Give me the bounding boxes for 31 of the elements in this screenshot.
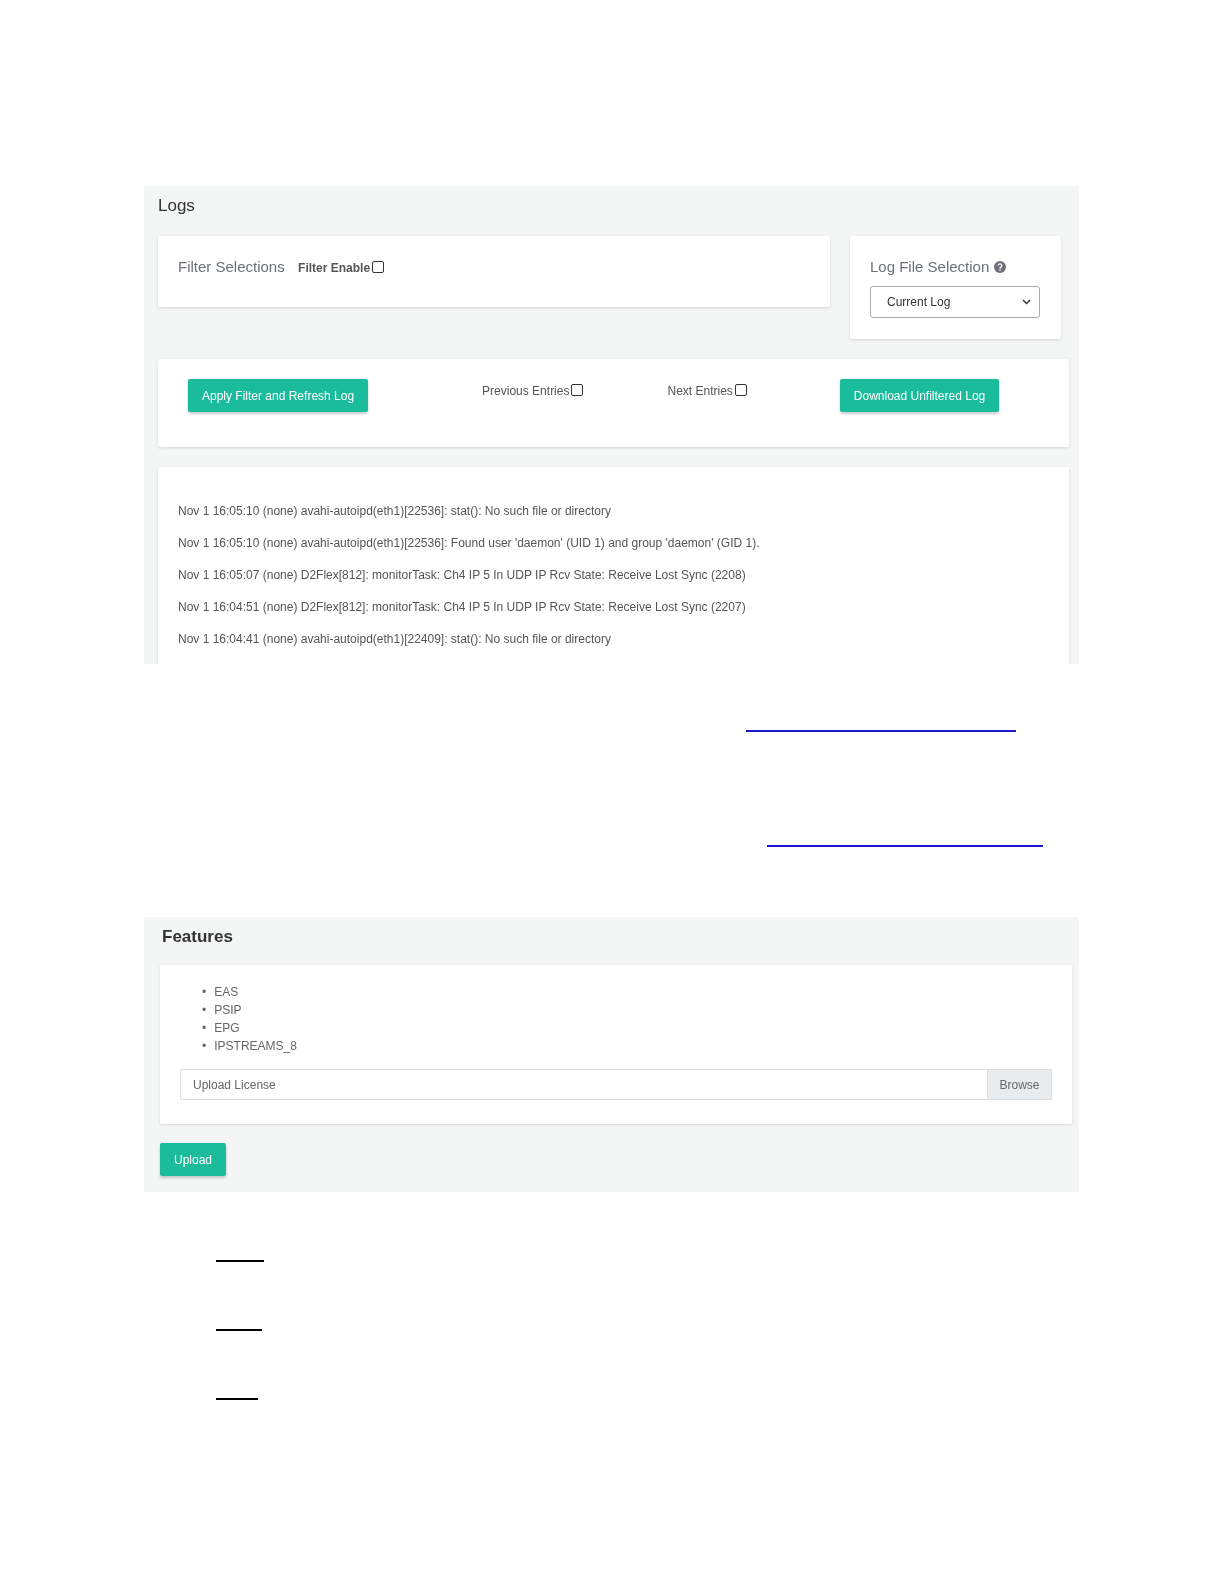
log-entry: Nov 1 16:05:07 (none) D2Flex[812]: monitorTask: Ch4 IP 5 In UDP IP Rcv State: Receive Lost Sync (2208) [178, 568, 747, 584]
log-entry: Nov 1 16:04:41 (none) avahi-autoipd(eth1)[22409]: stat(): No such file or directory [178, 632, 612, 648]
feature-item: EAS [214, 984, 239, 1001]
help-icon [993, 261, 1006, 273]
bullet-marker: • [202, 1002, 207, 1019]
bullet-marker: • [202, 1038, 207, 1055]
log-entry: Nov 1 16:05:10 (none) avahi-autoipd(eth1)[22536]: Found user 'daemon' (UID 1) and group 'daemon' (GID 1). [178, 536, 761, 552]
panel-title: Logs [158, 196, 196, 216]
previous-entries-label: Previous Entries [482, 384, 570, 398]
bullet-marker: • [202, 1020, 207, 1037]
browse-button[interactable]: Browse [987, 1069, 1052, 1100]
feature-item: IPSTREAMS_8 [214, 1038, 297, 1055]
feature-item: EPG [214, 1020, 240, 1037]
apply-filter-button[interactable]: Apply Filter and Refresh Log [188, 379, 369, 412]
previous-entries-checkbox[interactable] [571, 384, 584, 396]
download-log-button[interactable]: Download Unfiltered Log [839, 379, 1000, 412]
feature-item: PSIP [214, 1002, 242, 1019]
next-entries-label: Next Entries [667, 384, 733, 398]
log-file-select[interactable]: Current Log [870, 286, 1040, 318]
upload-button[interactable]: Upload [160, 1143, 227, 1176]
license-upload-field[interactable]: Upload License [180, 1069, 987, 1100]
panel-title: Features [162, 927, 234, 947]
bullet-marker: • [202, 984, 207, 1001]
next-entries-checkbox[interactable] [734, 384, 747, 396]
log-entry: Nov 1 16:05:10 (none) avahi-autoipd(eth1)[22536]: stat(): No such file or directory [178, 504, 612, 520]
log-file-heading: Log File Selection [870, 258, 990, 275]
filter-heading: Filter Selections [178, 258, 285, 275]
filter-enable-label: Filter Enable [298, 261, 371, 275]
chevron-down-icon [1022, 299, 1031, 305]
filter-enable-checkbox[interactable] [372, 261, 385, 273]
log-entry: Nov 1 16:04:51 (none) D2Flex[812]: monitorTask: Ch4 IP 5 In UDP IP Rcv State: Receive Lost Sync (2207) [178, 600, 747, 616]
